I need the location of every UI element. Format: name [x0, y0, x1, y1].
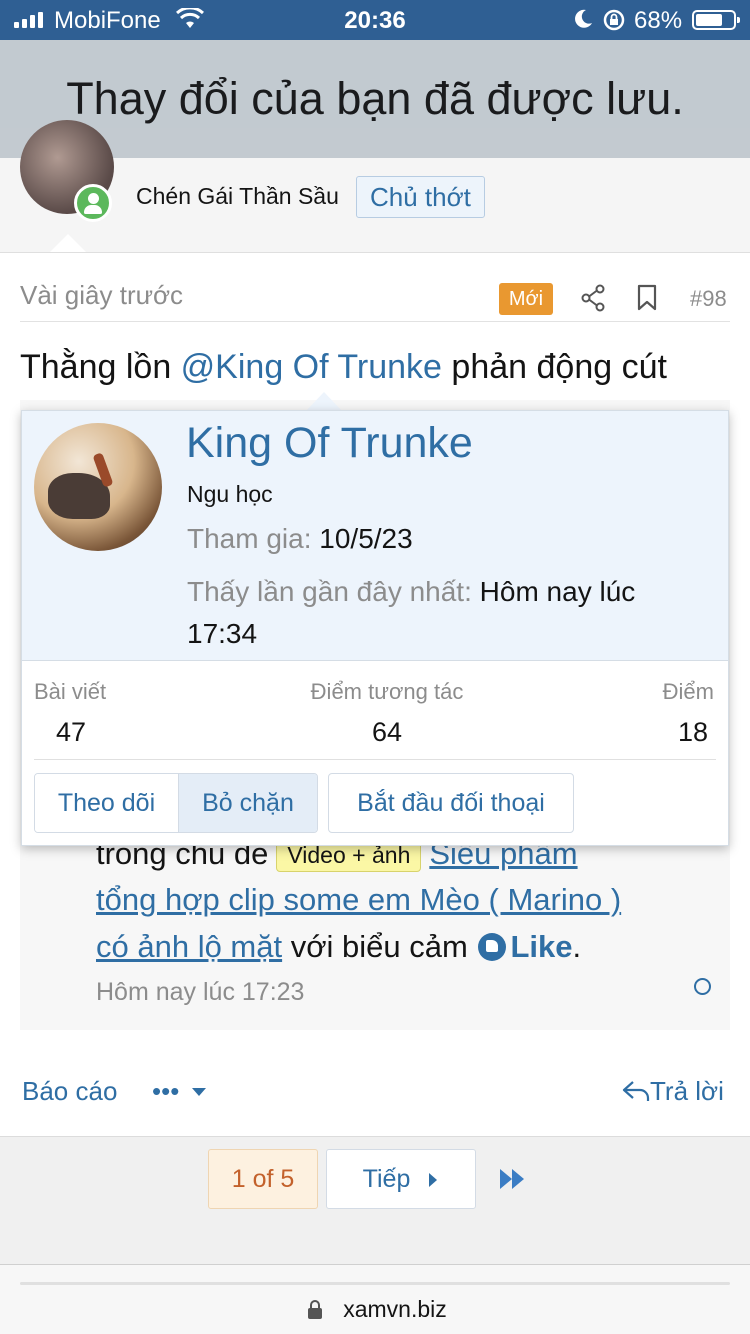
next-page-button[interactable]: Tiếp [326, 1149, 476, 1209]
stat-posts[interactable]: Bài viết 47 [34, 679, 106, 748]
more-dots: ••• [152, 1076, 180, 1106]
thread-link-part[interactable]: tổng hợp clip some em Mèo ( Marino ) [96, 882, 621, 917]
quote-line: có ảnh lộ mặt với biểu cảm Like. [96, 929, 581, 965]
joined-label: Tham gia: [187, 523, 312, 554]
battery-icon [692, 10, 740, 30]
thread-link-part[interactable]: có ảnh lộ mặt [96, 929, 282, 964]
reply-button[interactable]: Trả lời [622, 1076, 724, 1107]
member-title: Ngu học [187, 481, 273, 507]
unblock-button[interactable]: Bỏ chặn [179, 774, 317, 832]
start-conversation-button[interactable]: Bắt đầu đối thoại [328, 773, 574, 833]
member-joined: Tham gia: 10/5/23 [187, 523, 413, 555]
quote-line: tổng hợp clip some em Mèo ( Marino ) [96, 882, 621, 918]
stat-value: 64 [371, 717, 403, 747]
new-badge: Mới [499, 283, 553, 315]
url-text[interactable]: xamvn.biz [0, 1296, 750, 1323]
saved-toast: Thay đổi của bạn đã được lưu. [0, 40, 750, 158]
reply-icon [622, 1081, 650, 1101]
member-tooltip-header: King Of Trunke Ngu học Tham gia: 10/5/23… [22, 411, 728, 661]
stats-divider [34, 759, 716, 760]
popup-caret [306, 392, 342, 411]
post-body: Thằng lồn @King Of Trunke phản động cút [20, 348, 730, 387]
status-bar: MobiFone 20:36 68% [0, 0, 750, 40]
quote-period: . [572, 929, 582, 964]
last-page-icon[interactable] [498, 1166, 528, 1192]
post-text-prefix: Thằng lồn [20, 348, 181, 386]
url-domain: xamvn.biz [343, 1296, 447, 1322]
joined-value: 10/5/23 [319, 523, 413, 554]
member-avatar[interactable] [34, 423, 162, 551]
post-number[interactable]: #98 [690, 286, 727, 312]
member-name[interactable]: King Of Trunke [186, 419, 473, 468]
member-stats: Bài viết 47 Điểm tương tác 64 Điểm 18 [22, 673, 728, 763]
post-meta: Vài giây trước Mới #98 [20, 262, 730, 322]
more-options-button[interactable]: ••• [152, 1076, 207, 1107]
online-status-icon [74, 184, 112, 222]
like-icon [478, 933, 507, 961]
follow-button[interactable]: Theo dõi [35, 774, 179, 832]
member-last-seen: Thấy lần gần đây nhất: Hôm nay lúc 17:34 [187, 571, 707, 655]
caret-down-icon [191, 1088, 206, 1096]
quote-suffix: với biểu cảm [282, 929, 477, 964]
stat-points[interactable]: Điểm 18 [663, 679, 714, 748]
stat-value: 47 [56, 717, 87, 747]
stat-label: Điểm [662, 679, 714, 704]
toast-message: Thay đổi của bạn đã được lưu. [66, 73, 684, 124]
stat-label: Bài viết [34, 679, 107, 704]
last-seen-label: Thấy lần gần đây nhất: [187, 576, 472, 607]
stat-label: Điểm tương tác [310, 679, 464, 704]
author-name[interactable]: Chén Gái Thần Sầu [136, 183, 339, 210]
unread-circle-icon[interactable] [694, 978, 711, 995]
thread-starter-badge: Chủ thớt [356, 176, 485, 218]
member-tooltip: King Of Trunke Ngu học Tham gia: 10/5/23… [21, 410, 729, 846]
stat-reactions: Điểm tương tác 64 [302, 679, 472, 748]
post-time[interactable]: Vài giây trước [20, 280, 183, 311]
page-jump-button[interactable]: 1 of 5 [208, 1149, 318, 1209]
follow-block-group: Theo dõi Bỏ chặn [34, 773, 318, 833]
battery-percent: 68% [634, 7, 683, 34]
chevron-right-icon [429, 1173, 438, 1187]
post-text-suffix: phản động cút [441, 348, 667, 386]
reply-label: Trả lời [650, 1076, 724, 1106]
next-label: Tiếp [362, 1165, 411, 1193]
quote-time: Hôm nay lúc 17:23 [96, 978, 305, 1006]
like-label: Like [510, 929, 573, 964]
bookmark-icon[interactable] [636, 284, 658, 312]
user-mention[interactable]: @King Of Trunke [181, 348, 442, 386]
rotation-lock-icon [603, 9, 625, 31]
author-pointer [50, 234, 86, 252]
moon-icon [575, 9, 592, 28]
url-bar-divider [20, 1282, 730, 1285]
share-icon[interactable] [580, 284, 606, 312]
stat-value: 18 [677, 717, 708, 747]
report-link[interactable]: Báo cáo [22, 1076, 117, 1107]
